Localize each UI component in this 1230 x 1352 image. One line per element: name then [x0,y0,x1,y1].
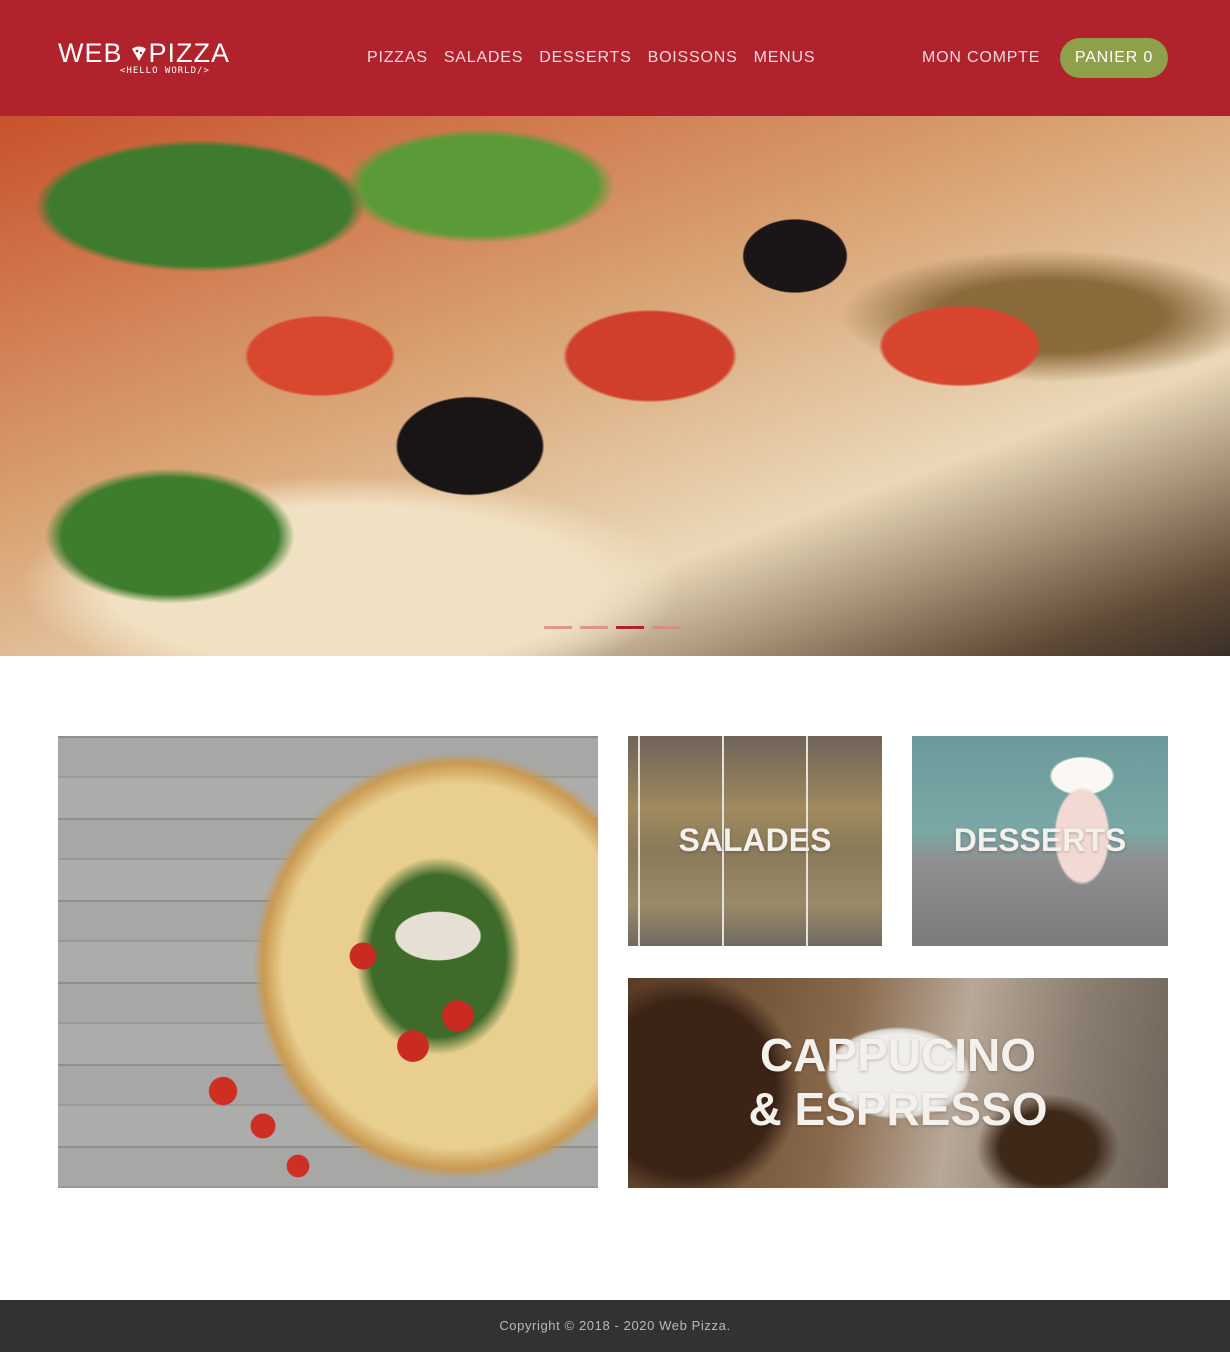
site-header: WEB PIZZA <HELLO WORLD/> PIZZAS SALADES D… [0,0,1230,116]
category-tile-desserts[interactable]: DESSERTS [912,736,1168,946]
main-nav: PIZZAS SALADES DESSERTS BOISSONS MENUS [367,48,831,70]
copyright-text: Copyright © 2018 - 2020 Web Pizza. [499,1318,731,1333]
tile-label-salades: SALADES [678,822,832,858]
category-tile-pizzas[interactable] [58,736,598,1188]
category-tile-salades[interactable]: SALADES [628,736,882,946]
nav-item-menus[interactable]: MENUS [754,48,816,70]
nav-item-pizzas[interactable]: PIZZAS [367,48,428,70]
cart-button[interactable]: PANIER 0 [1060,38,1168,78]
tile-label-desserts: DESSERTS [953,822,1127,858]
nav-item-desserts[interactable]: DESSERTS [539,48,631,70]
category-tile-coffee[interactable]: CAPPUCINO & ESPRESSO [628,978,1168,1188]
carousel-dot-1[interactable] [544,626,572,629]
nav-item-salades[interactable]: SALADES [444,48,523,70]
carousel-indicators [544,626,680,629]
carousel-dot-4[interactable] [652,626,680,629]
cart-label: PANIER [1074,49,1139,66]
brand-logo[interactable]: WEB PIZZA <HELLO WORLD/> [58,38,230,80]
cart-count: 0 [1143,49,1154,66]
hero-carousel [0,116,1230,656]
pizza-slice-icon [132,46,146,61]
carousel-dot-3[interactable] [616,626,644,629]
carousel-dot-2[interactable] [580,626,608,629]
tile-label-coffee: CAPPUCINO & ESPRESSO [628,1028,1168,1136]
brand-tagline: <HELLO WORLD/> [120,66,210,76]
brand-name-right: PIZZA [148,38,231,68]
site-footer: Copyright © 2018 - 2020 Web Pizza. [0,1300,1230,1352]
tile-label-coffee-line1: CAPPUCINO [759,1029,1037,1081]
nav-item-boissons[interactable]: BOISSONS [648,48,738,70]
account-link[interactable]: MON COMPTE [922,48,1040,68]
brand-name-left: WEB [58,38,123,68]
tile-label-coffee-line2: & ESPRESSO [748,1083,1048,1135]
